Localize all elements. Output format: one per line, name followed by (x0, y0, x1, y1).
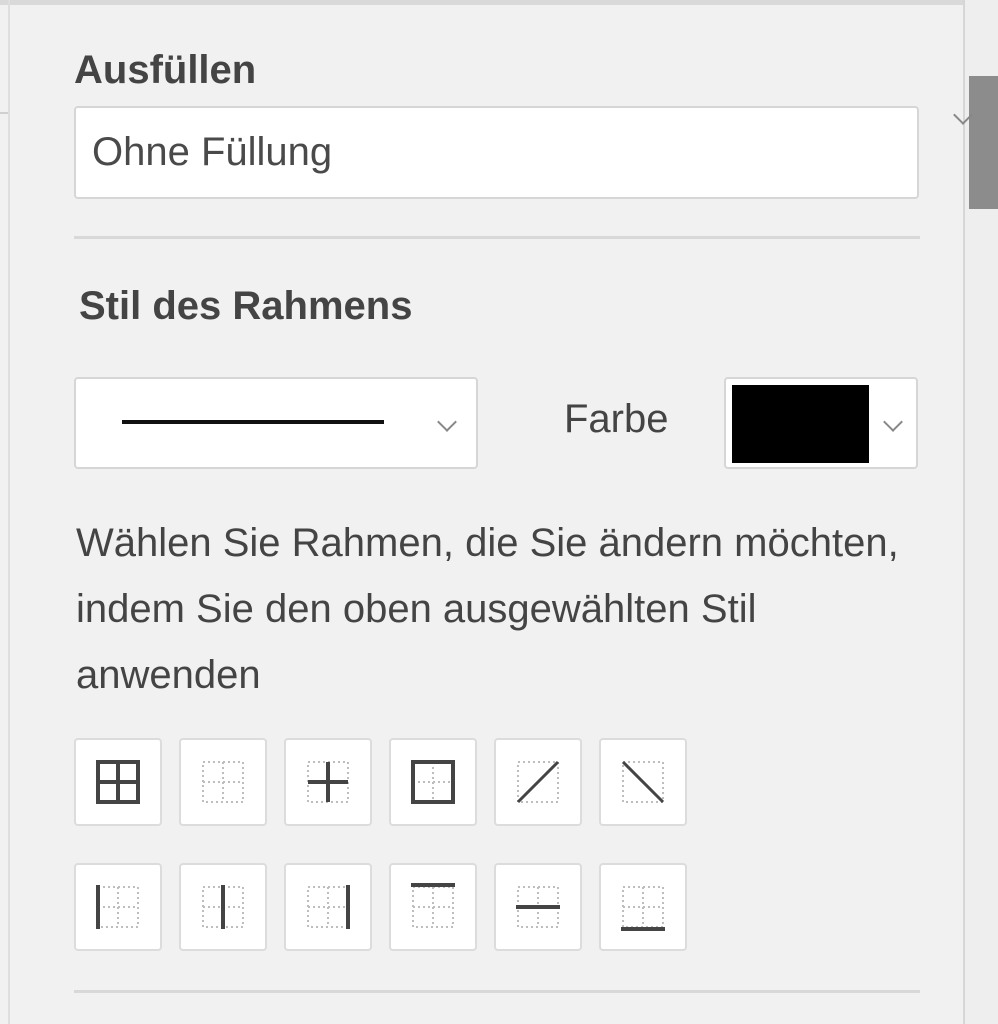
inner-borders-button[interactable] (284, 738, 372, 826)
all-borders-button[interactable] (74, 738, 162, 826)
diagonal-up-border-button[interactable] (494, 738, 582, 826)
section-divider (74, 236, 920, 239)
outer-borders-button[interactable] (389, 738, 477, 826)
section-divider-bottom (74, 990, 920, 993)
border-style-label: Stil des Rahmens (79, 284, 413, 328)
line-style-solid-sample (122, 420, 384, 424)
diagonal-up-border-icon (516, 760, 560, 804)
fill-select[interactable]: Ohne Füllung (74, 105, 973, 199)
right-border-icon (307, 885, 350, 929)
top-border-icon (411, 883, 455, 928)
diagonal-down-border-button[interactable] (599, 738, 687, 826)
inner-horizontal-border-button[interactable] (494, 863, 582, 951)
no-borders-button[interactable] (179, 738, 267, 826)
outer-borders-icon (411, 760, 455, 804)
inner-vertical-border-icon (202, 885, 244, 929)
color-label: Farbe (564, 397, 669, 441)
right-border-button[interactable] (284, 863, 372, 951)
scrollbar-thumb[interactable] (969, 76, 998, 209)
no-borders-icon (202, 761, 244, 803)
inner-horizontal-border-icon (516, 886, 560, 928)
chevron-down-icon (437, 412, 457, 432)
left-border-button[interactable] (74, 863, 162, 951)
inner-vertical-border-button[interactable] (179, 863, 267, 951)
top-edge (0, 0, 998, 5)
color-swatch (732, 385, 869, 463)
fill-select-value: Ohne Füllung (92, 130, 333, 174)
chevron-down-icon (883, 412, 903, 432)
diagonal-down-border-icon (621, 760, 665, 804)
border-line-style-select[interactable] (74, 377, 478, 469)
inner-borders-icon (307, 761, 349, 803)
bottom-border-icon (621, 886, 665, 931)
border-color-picker[interactable] (724, 377, 918, 469)
top-border-button[interactable] (389, 863, 477, 951)
border-instructions: Wählen Sie Rahmen, die Sie ändern möchte… (76, 521, 899, 697)
bottom-border-button[interactable] (599, 863, 687, 951)
fill-label: Ausfüllen (74, 48, 257, 92)
left-edge (8, 0, 10, 1024)
all-borders-icon (96, 760, 140, 804)
left-border-icon (96, 885, 139, 929)
left-stub (0, 112, 8, 114)
